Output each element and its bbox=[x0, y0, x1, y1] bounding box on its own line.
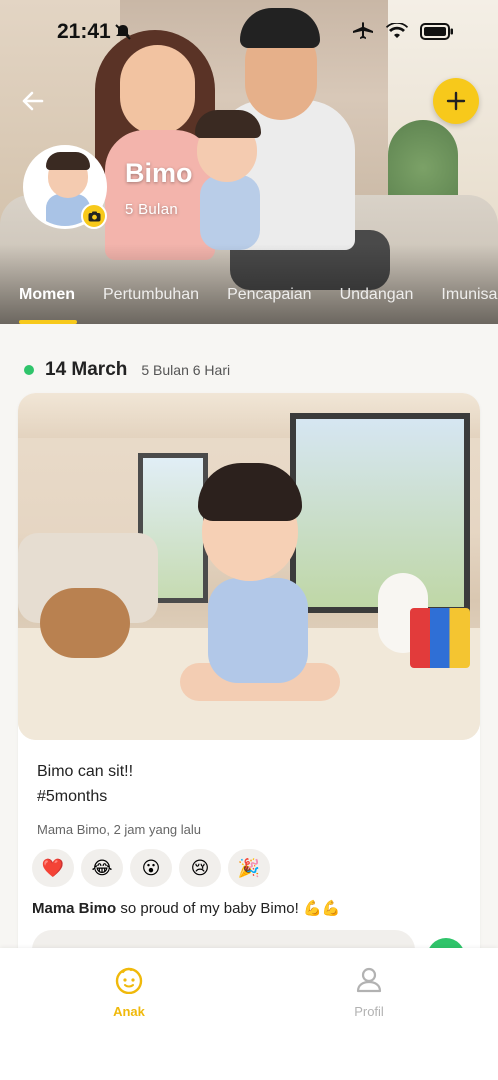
comment: Mama Bimo so proud of my baby Bimo! 💪💪 bbox=[32, 899, 340, 917]
add-moment-button[interactable] bbox=[433, 78, 479, 124]
family-photo-dad-hair bbox=[240, 8, 320, 48]
nav-profil-label: Profil bbox=[354, 1004, 384, 1019]
tab-undangan[interactable]: Undangan bbox=[326, 284, 428, 324]
nav-anak-label: Anak bbox=[113, 1004, 145, 1019]
tab-momen[interactable]: Momen bbox=[0, 284, 89, 324]
moment-caption: Bimo can sit!! #5months bbox=[37, 763, 134, 805]
comment-input[interactable] bbox=[32, 930, 415, 948]
person-icon bbox=[356, 967, 382, 993]
wow-icon: 😮 bbox=[141, 857, 161, 878]
send-comment-button[interactable] bbox=[427, 938, 465, 948]
change-photo-button[interactable] bbox=[81, 203, 107, 229]
reaction-laugh-button[interactable]: 😂 bbox=[81, 849, 123, 887]
nav-profil[interactable]: Profil bbox=[309, 966, 429, 1019]
family-photo-baby-body bbox=[200, 175, 260, 250]
reaction-bar: ❤️ 😂 😮 😢 🎉 bbox=[32, 849, 270, 887]
blocks-illustration bbox=[410, 608, 470, 668]
profile-header: 21:41 Bimo 5 Bulan Momen Pertumbuhan Pen… bbox=[0, 0, 498, 324]
teddy-bear-illustration bbox=[40, 588, 130, 658]
moment-photo[interactable] bbox=[18, 393, 480, 740]
party-icon: 🎉 bbox=[237, 857, 261, 878]
moments-feed[interactable]: 14 March 5 Bulan 6 Hari Bimo can sit!! #… bbox=[0, 324, 498, 948]
laugh-icon: 😂 bbox=[91, 857, 113, 878]
baby-face-icon bbox=[115, 967, 143, 994]
nav-anak[interactable]: Anak bbox=[69, 966, 189, 1019]
moment-age: 5 Bulan 6 Hari bbox=[141, 362, 231, 378]
bell-muted-icon bbox=[114, 23, 132, 41]
reaction-sad-button[interactable]: 😢 bbox=[179, 849, 221, 887]
comment-text: so proud of my baby Bimo! 💪💪 bbox=[116, 900, 341, 917]
wifi-icon bbox=[386, 22, 408, 44]
baby-illustration bbox=[208, 578, 308, 683]
reaction-wow-button[interactable]: 😮 bbox=[130, 849, 172, 887]
reaction-party-button[interactable]: 🎉 bbox=[228, 849, 270, 887]
status-time: 21:41 bbox=[57, 20, 111, 43]
moment-card: Bimo can sit!! #5months Mama Bimo, 2 jam… bbox=[18, 393, 480, 948]
arrow-left-icon bbox=[22, 91, 44, 111]
heart-icon: ❤️ bbox=[41, 857, 65, 878]
back-button[interactable] bbox=[16, 84, 50, 118]
moment-date: 14 March bbox=[45, 359, 128, 380]
status-icons bbox=[352, 22, 454, 45]
child-name: Bimo bbox=[125, 158, 193, 188]
tab-imunisasi[interactable]: Imunisasi bbox=[427, 284, 498, 324]
reaction-heart-button[interactable]: ❤️ bbox=[32, 849, 74, 887]
family-photo-mom-face bbox=[120, 45, 195, 135]
bottom-nav: Anak Profil bbox=[0, 948, 498, 1080]
tab-pencapaian[interactable]: Pencapaian bbox=[213, 284, 326, 324]
moment-author-time: Mama Bimo, 2 jam yang lalu bbox=[37, 822, 202, 837]
family-photo-baby-hair bbox=[195, 110, 261, 138]
tab-pertumbuhan[interactable]: Pertumbuhan bbox=[89, 284, 213, 324]
child-avatar[interactable] bbox=[23, 145, 107, 229]
moment-date-row: 14 March 5 Bulan 6 Hari bbox=[24, 359, 230, 381]
sad-icon: 😢 bbox=[190, 857, 210, 878]
plus-icon bbox=[446, 91, 466, 111]
battery-icon bbox=[420, 22, 454, 45]
comment-author: Mama Bimo bbox=[32, 900, 117, 917]
date-dot bbox=[24, 365, 34, 375]
airplane-icon bbox=[352, 22, 374, 45]
camera-icon bbox=[88, 211, 100, 221]
tab-bar: Momen Pertumbuhan Pencapaian Undangan Im… bbox=[0, 284, 498, 324]
child-age: 5 Bulan bbox=[125, 201, 178, 218]
